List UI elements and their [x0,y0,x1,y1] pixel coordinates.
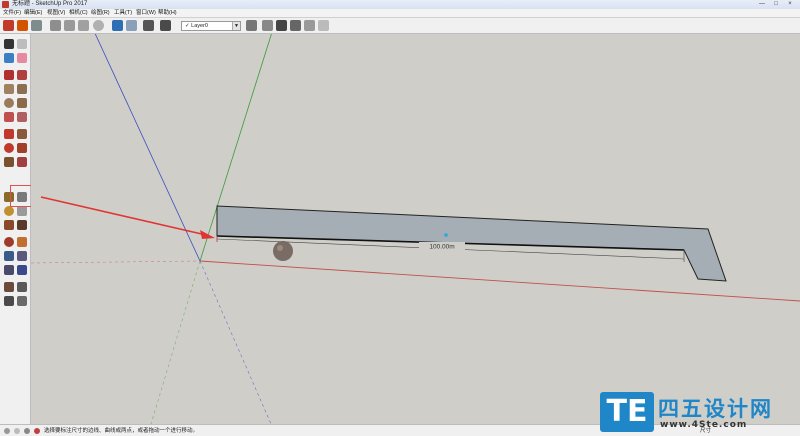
circle-icon[interactable] [4,98,14,108]
print-icon[interactable] [143,20,154,31]
zoom-window-icon[interactable] [17,251,27,261]
blue-axis [199,260,272,424]
front-view-icon[interactable] [318,20,329,31]
title-bar: 无标题 - SketchUp Pro 2017 — □ × [0,0,800,9]
app-logo-icon [2,1,9,8]
close-button[interactable]: × [784,1,796,8]
layer-dropdown[interactable]: ✓ Layer0 ▼ [181,21,241,31]
geo-icon[interactable] [14,428,20,434]
walk-icon[interactable] [4,282,14,292]
menu-camera[interactable]: 相机(C) [69,9,88,18]
watermark: TE 四五设计网 www.4Ste.com [600,392,800,436]
annotation-arrow-head [200,230,215,239]
undo-icon[interactable] [112,20,123,31]
rectangle-icon[interactable] [4,84,14,94]
maximize-button[interactable]: □ [770,1,782,8]
minimize-button[interactable]: — [756,1,768,8]
cursor-highlight [277,245,283,251]
tool-palette [0,34,31,424]
menu-help[interactable]: 帮助(H) [158,9,177,18]
layers-panel-icon[interactable] [262,20,273,31]
copy-icon[interactable] [64,20,75,31]
protractor-icon[interactable] [4,206,14,216]
eraser-icon[interactable] [17,53,27,63]
credits-icon[interactable] [24,428,30,434]
rotated-rectangle-icon[interactable] [17,84,27,94]
annotation-arrow-line [40,196,207,236]
drawing-viewport[interactable]: 100.00m [31,34,800,424]
push-pull-icon[interactable] [17,129,27,139]
sketchup-window: 无标题 - SketchUp Pro 2017 — □ × 文件(F) 编辑(E… [0,0,800,436]
watermark-url: www.4Ste.com [660,420,748,430]
menu-bar: 文件(F) 编辑(E) 视图(V) 相机(C) 绘图(R) 工具(T) 窗口(W… [0,9,800,18]
zoom-icon[interactable] [4,251,14,261]
house-icon[interactable] [276,20,287,31]
layer-value: Layer0 [191,23,208,29]
window-title: 无标题 - SketchUp Pro 2017 [12,1,88,7]
follow-me-icon[interactable] [17,143,27,153]
menu-window[interactable]: 窗口(W) [136,9,156,18]
pie-icon[interactable] [17,112,27,122]
make-component-icon[interactable] [17,39,27,49]
edge-midpoint [444,233,448,237]
erase-icon[interactable] [93,20,104,31]
rotate-icon[interactable] [4,143,14,153]
polygon-icon[interactable] [17,98,27,108]
menu-file[interactable]: 文件(F) [3,9,21,18]
model-info-icon[interactable] [246,20,257,31]
menu-view[interactable]: 视图(V) [47,9,65,18]
pan-icon[interactable] [17,237,27,247]
model-canvas: 100.00m [31,34,800,424]
watermark-logo: TE [600,392,654,432]
zoom-extents-icon[interactable] [4,265,14,275]
menu-tools[interactable]: 工具(T) [114,9,132,18]
3d-text-icon[interactable] [17,220,27,230]
text-icon[interactable] [17,206,27,216]
cursor-tape-icon [273,241,293,261]
paste-icon[interactable] [78,20,89,31]
look-around-icon[interactable] [17,282,27,292]
scale-icon[interactable] [4,157,14,167]
layer-check-icon: ✓ [185,23,190,29]
share-icon[interactable] [31,20,42,31]
green-axis-negative [150,260,201,424]
position-camera-icon[interactable] [17,265,27,275]
info-icon[interactable] [4,428,10,434]
blue-axis-negative [94,34,201,262]
pencil-icon[interactable] [4,70,14,80]
dimension-label[interactable]: 100.00m [429,244,454,251]
freehand-icon[interactable] [17,70,27,80]
components-icon[interactable] [3,20,14,31]
red-axis-negative [31,260,201,264]
chevron-down-icon[interactable]: ▼ [232,22,240,30]
menu-edit[interactable]: 编辑(E) [24,9,42,18]
iso-view-icon[interactable] [290,20,301,31]
cut-icon[interactable] [50,20,61,31]
move-icon[interactable] [4,129,14,139]
status-text: 选择要标注尺寸的边线、曲线或两点，或者拖动一个进行移动。 [44,428,199,434]
redo-icon[interactable] [126,20,137,31]
layers-icon[interactable] [160,20,171,31]
paint-bucket-icon[interactable] [4,53,14,63]
watermark-site-name: 四五设计网 [658,397,773,421]
arc-icon[interactable] [4,112,14,122]
help-icon[interactable] [34,428,40,434]
main-toolbar: ✓ Layer0 ▼ [0,18,800,34]
section-plane-icon[interactable] [4,296,14,306]
offset-icon[interactable] [17,157,27,167]
select-icon[interactable] [4,39,14,49]
menu-draw[interactable]: 绘图(R) [91,9,110,18]
section-display-icon[interactable] [17,296,27,306]
warehouse-icon[interactable] [17,20,28,31]
axes-icon[interactable] [4,220,14,230]
top-view-icon[interactable] [304,20,315,31]
orbit-icon[interactable] [4,237,14,247]
